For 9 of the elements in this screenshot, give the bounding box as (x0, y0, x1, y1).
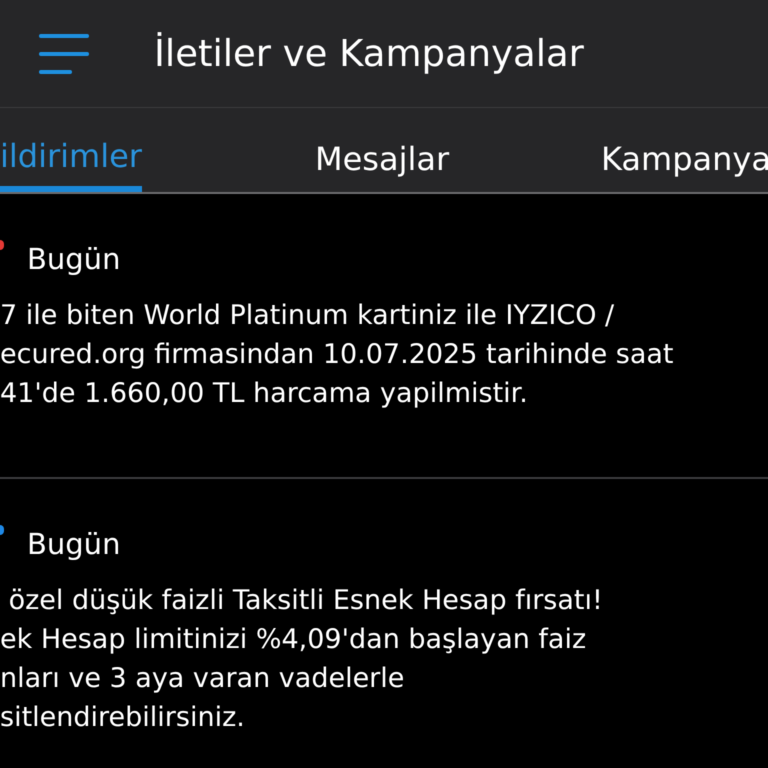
message-date: Bugün (27, 526, 120, 564)
message-text: özel düşük faizli Taksitli Esnek Hesap fırsatı! ek Hesap limitinizi %4,09'dan başlayan faiz nları ve 3 aya varan vadelerle sitlendirebilirsiniz. (0, 584, 603, 735)
tab[interactable]: Mesajlar (315, 108, 450, 192)
tab[interactable]: ildirimler (0, 108, 142, 192)
message-text: 7 ile biten World Platinum kartiniz ile IYZICO / ecured.org firmasindan 10.07.2025 tarihinde saat 41'de 1.660,00 TL harcama yapilmistir. (0, 299, 674, 411)
message-date: Bugün (27, 241, 120, 278)
page-title: İletiler ve Kampanyalar (154, 30, 584, 77)
tab[interactable]: Kampanya (601, 108, 768, 192)
menu-icon (39, 32, 89, 76)
